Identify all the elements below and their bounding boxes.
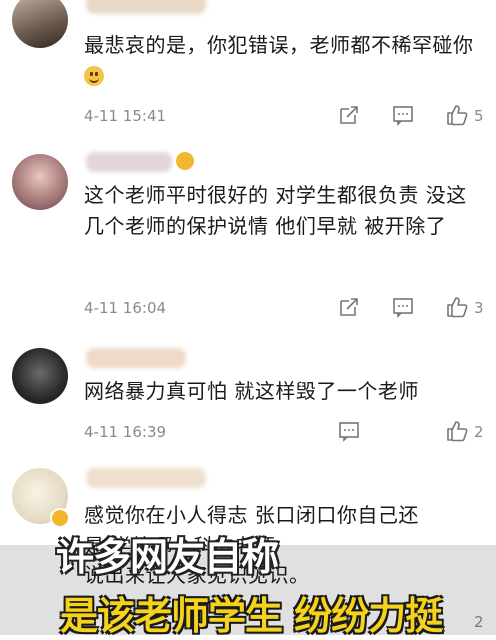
avatar[interactable] xyxy=(12,154,68,210)
like-count: 3 xyxy=(474,299,484,317)
comment-icon[interactable] xyxy=(392,104,414,126)
like-count: 2 xyxy=(474,423,484,441)
comment-text: 这个老师平时很好的 对学生都很负责 没这几个老师的保护说情 他们早就 被开除了 xyxy=(84,183,467,238)
comment-meta: 4-11 15:41 5 xyxy=(84,104,484,128)
avatar[interactable] xyxy=(12,0,68,48)
caption-line1: 许多网友自称 xyxy=(56,535,279,579)
share-icon[interactable] xyxy=(338,296,360,318)
username-blurred[interactable] xyxy=(86,152,172,172)
comment-icon[interactable] xyxy=(392,296,414,318)
like-count: 5 xyxy=(474,107,484,125)
like-icon[interactable] xyxy=(446,104,468,126)
caption-line2: 是该老师学生 纷纷力挺 xyxy=(60,594,443,638)
timestamp: 4-11 16:39 xyxy=(84,423,167,441)
username-blurred[interactable] xyxy=(86,348,186,368)
comment-item: 最悲哀的是，你犯错误，老师都不稀罕碰你 4-11 15:41 5 xyxy=(0,0,496,140)
comment-text-line1: 感觉你在小人得志 张口闭口你自己还 xyxy=(84,503,419,527)
comment-meta: 4-11 16:39 2 xyxy=(84,420,484,444)
comment-item: 这个老师平时很好的 对学生都很负责 没这几个老师的保护说情 他们早就 被开除了 … xyxy=(0,140,496,340)
avatar[interactable] xyxy=(12,348,68,404)
comment-text: 网络暴力真可怕 就这样毁了一个老师 xyxy=(84,379,419,403)
username-blurred[interactable] xyxy=(86,468,206,488)
emoji-smile-icon xyxy=(84,66,104,86)
comment-icon[interactable] xyxy=(338,420,360,442)
like-icon[interactable] xyxy=(446,296,468,318)
verified-badge-icon xyxy=(50,508,70,528)
timestamp: 4-11 16:04 xyxy=(84,299,167,317)
comment-item: 网络暴力真可怕 就这样毁了一个老师 4-11 16:39 2 xyxy=(0,340,496,460)
comment-meta: 4-11 16:04 3 xyxy=(84,296,484,320)
like-icon[interactable] xyxy=(446,420,468,442)
timestamp: 4-11 15:41 xyxy=(84,107,167,125)
username-blurred[interactable] xyxy=(86,0,206,14)
share-icon[interactable] xyxy=(338,104,360,126)
comment-text: 最悲哀的是，你犯错误，老师都不稀罕碰你 xyxy=(84,30,482,92)
badge-icon xyxy=(176,152,194,170)
